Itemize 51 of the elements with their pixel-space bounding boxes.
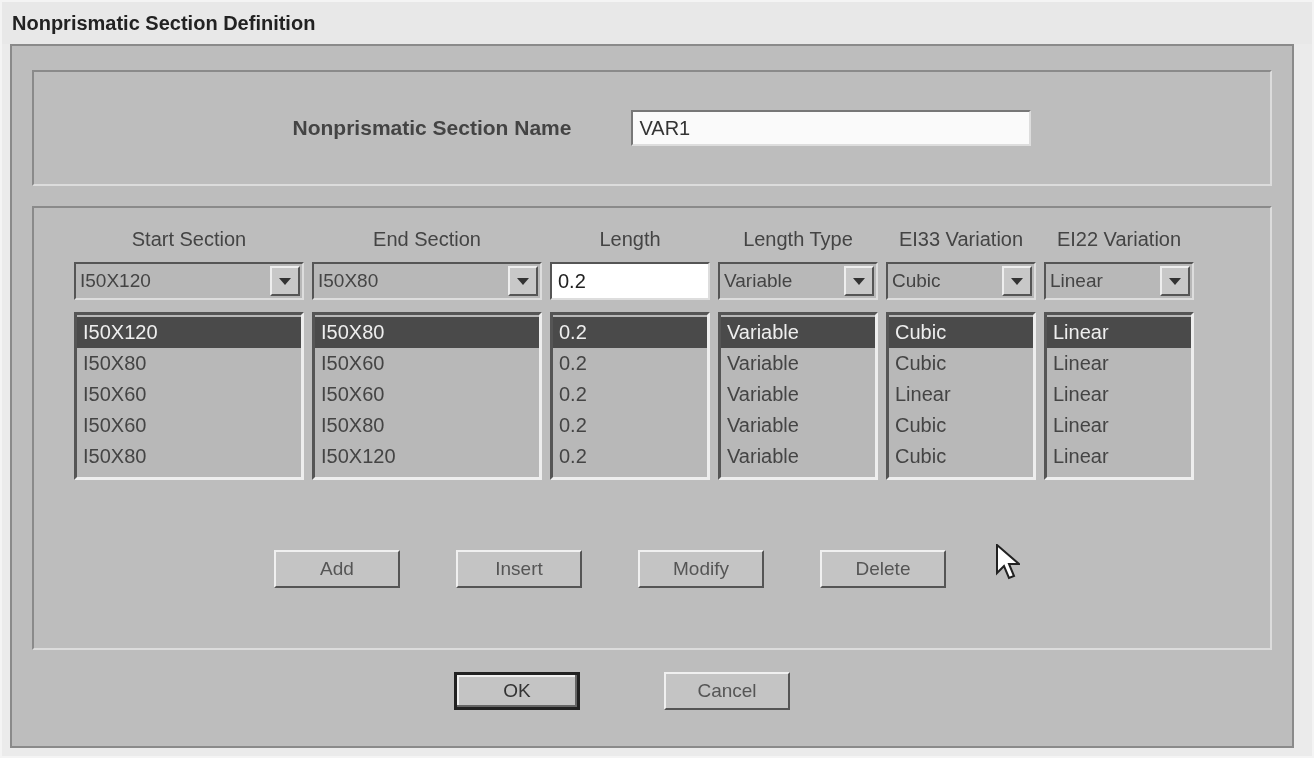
list-item[interactable]: Linear [1047,441,1191,472]
list-item[interactable]: 0.2 [553,379,707,410]
dropdown[interactable]: Cubic [886,262,1036,300]
list-item[interactable]: Linear [1047,410,1191,441]
list-item[interactable]: I50X80 [315,410,539,441]
list-item[interactable]: Linear [1047,317,1191,348]
list-item[interactable]: 0.2 [553,441,707,472]
length-field[interactable]: 0.2 [550,262,710,300]
action-button[interactable]: Insert [456,550,582,588]
action-button[interactable]: Modify [638,550,764,588]
dropdown[interactable]: I50X120 [74,262,304,300]
list-item[interactable]: Variable [721,410,875,441]
list-item[interactable]: Linear [1047,348,1191,379]
mouse-pointer-icon [996,544,1020,580]
dialog-button[interactable]: Cancel [664,672,790,710]
dropdown[interactable]: Linear [1044,262,1194,300]
column-header: EI22 Variation [1055,228,1183,252]
list-item[interactable]: Linear [889,379,1033,410]
column-header: Length [598,228,662,252]
list-item[interactable]: Linear [1047,379,1191,410]
column-header: Start Section [130,228,248,252]
dropdown[interactable]: Variable [718,262,878,300]
list-item[interactable]: I50X60 [315,379,539,410]
name-field[interactable]: VAR1 [631,110,1032,146]
list-item[interactable]: 0.2 [553,317,707,348]
list-item[interactable]: Variable [721,348,875,379]
list-item[interactable]: Variable [721,317,875,348]
list-item[interactable]: Cubic [889,317,1033,348]
list-item[interactable]: 0.2 [553,348,707,379]
field-label: Nonprismatic Section Name [292,116,572,140]
list-item[interactable]: I50X60 [315,348,539,379]
list-item[interactable]: I50X120 [77,317,301,348]
action-button[interactable]: Add [274,550,400,588]
column-header: Length Type [742,228,854,252]
list-item[interactable]: I50X80 [77,441,301,472]
list-item[interactable]: 0.2 [553,410,707,441]
list-item[interactable]: I50X60 [77,410,301,441]
list-item[interactable]: I50X60 [77,379,301,410]
action-button[interactable]: Delete [820,550,946,588]
dropdown[interactable]: I50X80 [312,262,542,300]
list-item[interactable]: Cubic [889,348,1033,379]
list-item[interactable]: Cubic [889,410,1033,441]
list-item[interactable]: I50X80 [315,317,539,348]
list-item[interactable]: I50X80 [77,348,301,379]
list-item[interactable]: Variable [721,441,875,472]
column-header: EI33 Variation [897,228,1025,252]
column-header: End Section [372,228,482,252]
list-item[interactable]: Variable [721,379,875,410]
list-item[interactable]: I50X120 [315,441,539,472]
dialog-button[interactable]: OK [454,672,580,710]
list-item[interactable]: Cubic [889,441,1033,472]
